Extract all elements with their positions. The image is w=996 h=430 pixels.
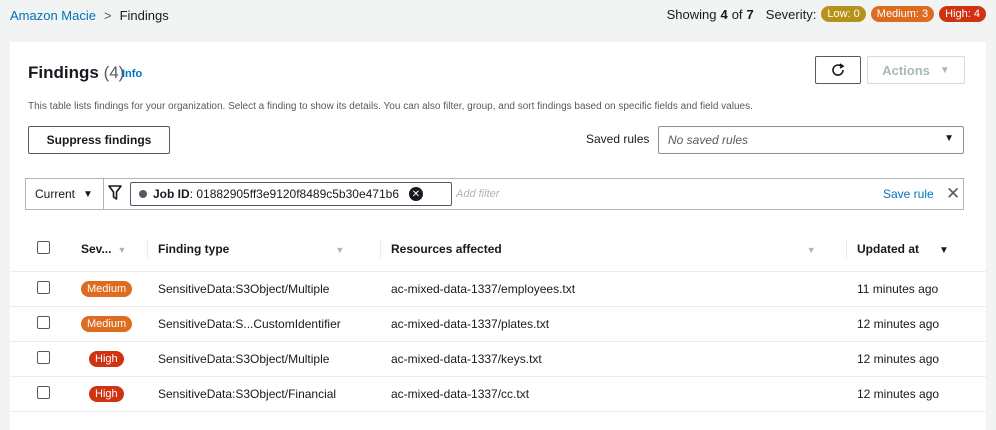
severity-badge: High <box>89 350 124 367</box>
shown-count: 4 <box>720 6 728 22</box>
filter-funnel-icon <box>108 185 122 200</box>
resource-cell: ac-mixed-data-1337/plates.txt <box>381 306 847 342</box>
severity-badge: High <box>89 385 124 402</box>
findings-panel: Findings (4) Info This table lists findi… <box>10 42 986 430</box>
col-severity[interactable]: Sev... ▼ <box>80 228 148 272</box>
row-checkbox[interactable] <box>37 280 50 294</box>
severity-badge: Medium <box>81 280 133 297</box>
severity-high-badge[interactable]: High: 4 <box>939 6 986 22</box>
remove-token-icon[interactable]: ✕ <box>409 187 423 201</box>
filter-bar: Current ▼ Job ID: 01882905ff3e9120f8489c… <box>25 178 964 210</box>
token-dot-icon <box>139 190 147 198</box>
col-severity-label: Sev... <box>81 242 112 257</box>
token-key: Job ID <box>153 187 190 201</box>
of-label: of <box>731 6 743 22</box>
suppress-findings-button[interactable]: Suppress findings <box>28 126 170 154</box>
filter-scope-label: Current <box>35 187 76 201</box>
table-row[interactable]: Medium SensitiveData:S3Object/Multiple a… <box>10 271 986 307</box>
select-all-checkbox[interactable] <box>37 241 50 255</box>
row-checkbox-cell <box>10 376 80 412</box>
filter-scope-select[interactable]: Current ▼ <box>26 179 104 209</box>
row-checkbox[interactable] <box>37 385 50 399</box>
saved-rules-placeholder: No saved rules <box>668 133 749 147</box>
severity-medium-badge[interactable]: Medium: 3 <box>870 6 935 22</box>
sort-desc-icon: ▼ <box>939 245 949 257</box>
resource-cell: ac-mixed-data-1337/employees.txt <box>381 271 847 307</box>
row-checkbox-cell <box>10 271 80 307</box>
showing-label: Showing <box>666 6 717 22</box>
chevron-right-icon: > <box>103 8 112 23</box>
severity-badge: Medium <box>81 315 133 332</box>
sort-icon: ▼ <box>117 245 127 256</box>
updated-cell: 12 minutes ago <box>847 341 986 377</box>
breadcrumb-amazon-macie-link[interactable]: Amazon Macie <box>10 8 96 23</box>
col-finding-type-label: Finding type <box>158 242 230 257</box>
col-resources-label: Resources affected <box>391 242 502 257</box>
caret-down-icon: ▼ <box>939 64 950 76</box>
table-header-row: Sev... ▼ Finding type ▼ Resources affected… <box>10 228 986 272</box>
table-row[interactable]: Medium SensitiveData:S...CustomIdentifie… <box>10 306 986 342</box>
row-checkbox[interactable] <box>37 315 50 329</box>
severity-cell: Medium <box>80 271 148 307</box>
updated-cell: 12 minutes ago <box>847 306 986 342</box>
row-checkbox[interactable] <box>37 350 50 364</box>
info-link[interactable]: Info <box>122 68 142 80</box>
finding-type-cell: SensitiveData:S3Object/Financial <box>148 376 381 412</box>
refresh-icon <box>832 63 845 76</box>
severity-cell: High <box>80 376 148 412</box>
severity-label: Severity: <box>765 6 817 22</box>
col-updated-label: Updated at <box>857 242 920 257</box>
sort-icon: ▼ <box>806 245 816 256</box>
resource-cell: ac-mixed-data-1337/keys.txt <box>381 341 847 377</box>
caret-down-icon: ▼ <box>944 133 954 144</box>
table-row[interactable]: High SensitiveData:S3Object/Financial ac… <box>10 376 986 412</box>
row-checkbox-cell <box>10 341 80 377</box>
finding-type-cell: SensitiveData:S3Object/Multiple <box>148 341 381 377</box>
severity-cell: High <box>80 341 148 377</box>
finding-type-cell: SensitiveData:S...CustomIdentifier <box>148 306 381 342</box>
sort-icon: ▼ <box>335 245 345 256</box>
updated-cell: 11 minutes ago <box>847 271 986 307</box>
save-rule-link[interactable]: Save rule <box>883 187 934 201</box>
findings-table: Sev... ▼ Finding type ▼ Resources affected… <box>10 228 986 412</box>
page-title: Findings (4) <box>28 63 124 83</box>
col-updated[interactable]: Updated at ▼ <box>847 228 986 272</box>
findings-summary: Showing 4 of 7 Severity: Low: 0 Medium: … <box>667 6 986 22</box>
saved-rules-label: Saved rules <box>586 132 650 146</box>
breadcrumb: Amazon Macie > Findings <box>10 8 169 23</box>
saved-rules-select[interactable]: No saved rules ▼ <box>658 126 964 154</box>
row-checkbox-cell <box>10 306 80 342</box>
panel-title: Findings <box>28 63 99 82</box>
breadcrumb-current: Findings <box>119 8 169 23</box>
actions-label: Actions <box>882 62 930 78</box>
col-finding-type[interactable]: Finding type ▼ <box>148 228 381 272</box>
select-all-cell <box>10 228 80 272</box>
panel-description: This table lists findings for your organ… <box>28 101 753 112</box>
top-bar: Amazon Macie > Findings Showing 4 of 7 Sev… <box>0 0 996 32</box>
updated-cell: 12 minutes ago <box>847 376 986 412</box>
table-row[interactable]: High SensitiveData:S3Object/Multiple ac-… <box>10 341 986 377</box>
add-filter-input[interactable]: Add filter <box>456 188 499 200</box>
finding-type-cell: SensitiveData:S3Object/Multiple <box>148 271 381 307</box>
total-count: 7 <box>746 6 754 22</box>
refresh-button[interactable] <box>815 56 861 84</box>
actions-button[interactable]: Actions ▼ <box>867 56 965 84</box>
severity-cell: Medium <box>80 306 148 342</box>
filter-token-job-id[interactable]: Job ID: 01882905ff3e9120f8489c5b30e471b6… <box>130 182 452 206</box>
token-value: : 01882905ff3e9120f8489c5b30e471b6 <box>189 187 399 201</box>
severity-low-badge[interactable]: Low: 0 <box>821 6 866 22</box>
col-resources[interactable]: Resources affected ▼ <box>381 228 847 272</box>
clear-filter-icon[interactable]: ✕ <box>946 184 960 204</box>
resource-cell: ac-mixed-data-1337/cc.txt <box>381 376 847 412</box>
caret-down-icon: ▼ <box>83 188 93 200</box>
